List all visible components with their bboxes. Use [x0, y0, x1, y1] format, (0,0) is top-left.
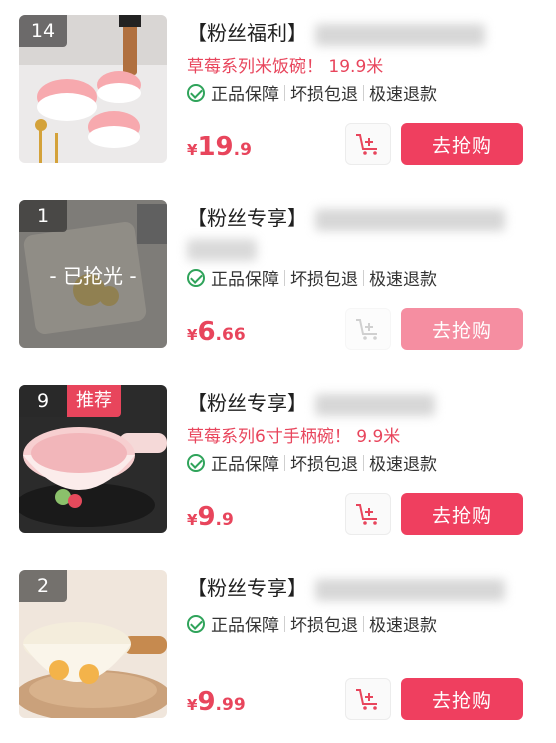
product-card[interactable]: 14 【粉丝福利】 草莓系列米饭碗！ 19.9米 正品保障 坏损包退 极速退款 …	[0, 0, 556, 185]
divider	[363, 454, 364, 471]
add-to-cart-button[interactable]	[345, 493, 391, 535]
title-tag: 【粉丝福利】	[187, 21, 307, 45]
title-tag: 【粉丝专享】	[187, 576, 307, 600]
guarantee-authentic: 正品保障	[211, 455, 279, 475]
blurred-title-text	[187, 239, 257, 261]
guarantee-fast-refund: 极速退款	[369, 455, 437, 475]
product-title[interactable]: 【粉丝福利】	[187, 18, 537, 48]
guarantee-authentic: 正品保障	[211, 85, 279, 105]
buy-now-button[interactable]: 去抢购	[401, 493, 523, 535]
product-title[interactable]: 【粉丝专享】	[187, 388, 537, 418]
price-decimal: .66	[215, 325, 246, 345]
buy-now-button[interactable]: 去抢购	[401, 308, 523, 350]
price-integer: 19	[197, 132, 234, 162]
guarantee-damage-return: 坏损包退	[290, 85, 358, 105]
product-image[interactable]: - 已抢光 - 1	[19, 200, 167, 348]
guarantee-row: 正品保障 坏损包退 极速退款	[187, 611, 437, 636]
divider	[363, 269, 364, 286]
add-to-cart-icon	[356, 319, 377, 340]
price-decimal: .9	[233, 140, 252, 160]
guarantee-damage-return: 坏损包退	[290, 270, 358, 290]
price: ¥6.66	[187, 317, 246, 347]
product-card[interactable]: 2 【粉丝专享】 正品保障 坏损包退 极速退款 ¥9.99 去抢购	[0, 555, 556, 740]
guarantee-fast-refund: 极速退款	[369, 616, 437, 636]
product-image[interactable]: 2	[19, 570, 167, 718]
divider	[284, 269, 285, 286]
product-card[interactable]: - 已抢光 - 1 【粉丝专享】 正品保障 坏损包退 极速退款 ¥6.66 去抢…	[0, 185, 556, 370]
product-image[interactable]: 14	[19, 15, 167, 163]
divider	[284, 615, 285, 632]
price-decimal: .9	[215, 510, 234, 530]
guarantee-damage-return: 坏损包退	[290, 616, 358, 636]
product-subtitle: 草莓系列6寸手柄碗！ 9.9米	[187, 427, 401, 447]
title-tag: 【粉丝专享】	[187, 206, 307, 230]
price: ¥9.9	[187, 502, 234, 532]
divider	[363, 84, 364, 101]
add-to-cart-button[interactable]	[345, 678, 391, 720]
guarantee-row: 正品保障 坏损包退 极速退款	[187, 450, 437, 475]
rank-badge: 1	[19, 200, 67, 232]
divider	[284, 454, 285, 471]
recommend-badge: 推荐	[67, 385, 121, 417]
price-decimal: .99	[215, 695, 246, 715]
currency-symbol: ¥	[187, 326, 198, 344]
rank-badge: 14	[19, 15, 67, 47]
check-circle-icon	[187, 614, 205, 633]
product-title[interactable]: 【粉丝专享】	[187, 203, 537, 261]
blurred-title-text	[315, 23, 485, 46]
price-integer: 6	[197, 317, 216, 347]
guarantee-fast-refund: 极速退款	[369, 270, 437, 290]
buy-now-button[interactable]: 去抢购	[401, 678, 523, 720]
blurred-title-text	[315, 393, 435, 416]
add-to-cart-icon	[356, 504, 377, 525]
product-image[interactable]: 9 推荐	[19, 385, 167, 533]
guarantee-authentic: 正品保障	[211, 270, 279, 290]
guarantee-damage-return: 坏损包退	[290, 455, 358, 475]
price: ¥9.99	[187, 687, 246, 717]
guarantee-row: 正品保障 坏损包退 极速退款	[187, 265, 437, 290]
currency-symbol: ¥	[187, 511, 198, 529]
guarantee-authentic: 正品保障	[211, 616, 279, 636]
rank-badge: 9	[19, 385, 67, 417]
blurred-title-text	[315, 578, 505, 601]
divider	[363, 615, 364, 632]
guarantee-row: 正品保障 坏损包退 极速退款	[187, 80, 437, 105]
check-circle-icon	[187, 268, 205, 287]
currency-symbol: ¥	[187, 141, 198, 159]
blurred-title-text	[315, 208, 505, 231]
buy-now-button[interactable]: 去抢购	[401, 123, 523, 165]
add-to-cart-button[interactable]	[345, 123, 391, 165]
title-tag: 【粉丝专享】	[187, 391, 307, 415]
product-title[interactable]: 【粉丝专享】	[187, 573, 537, 603]
add-to-cart-icon	[356, 134, 377, 155]
rank-badge: 2	[19, 570, 67, 602]
guarantee-fast-refund: 极速退款	[369, 85, 437, 105]
price-integer: 9	[197, 687, 216, 717]
add-to-cart-icon	[356, 689, 377, 710]
check-circle-icon	[187, 83, 205, 102]
price: ¥19.9	[187, 132, 252, 162]
divider	[284, 84, 285, 101]
product-subtitle: 草莓系列米饭碗！ 19.9米	[187, 57, 384, 77]
add-to-cart-button[interactable]	[345, 308, 391, 350]
product-card[interactable]: 9 推荐 【粉丝专享】 草莓系列6寸手柄碗！ 9.9米 正品保障 坏损包退 极速…	[0, 370, 556, 555]
currency-symbol: ¥	[187, 696, 198, 714]
check-circle-icon	[187, 453, 205, 472]
price-integer: 9	[197, 502, 216, 532]
